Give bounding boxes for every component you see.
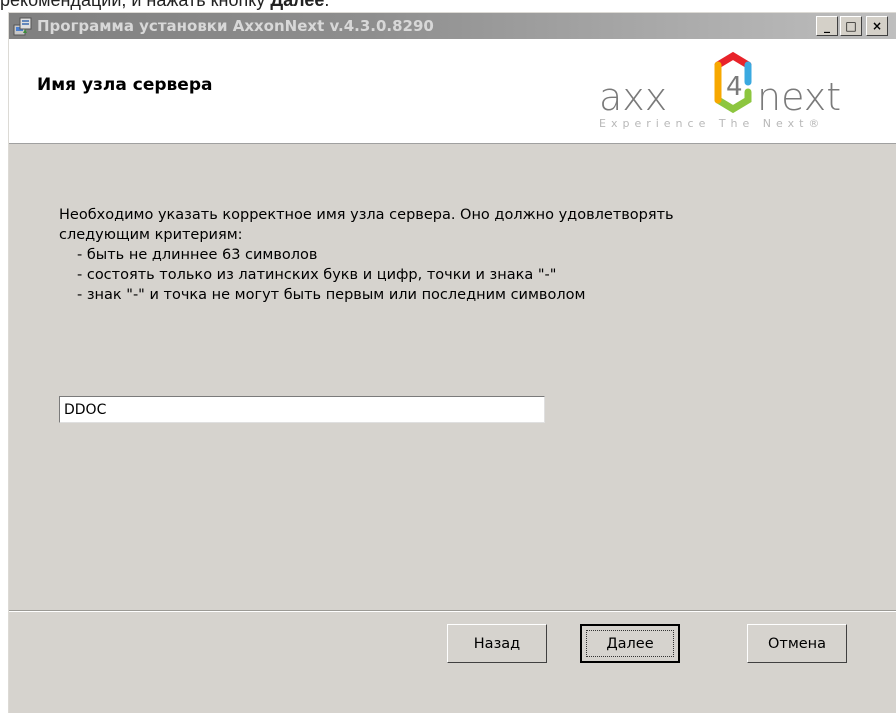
installer-window: Программа установки AxxonNext v.4.3.0.82… <box>8 12 896 713</box>
logo-text-right: next <box>757 75 841 119</box>
installer-icon <box>13 17 32 36</box>
page-title: Имя узла сервера <box>37 75 213 95</box>
next-button[interactable]: Далее <box>580 624 680 663</box>
description-line: следующим критериям: <box>59 227 243 243</box>
description-block: Необходимо указать корректное имя узла с… <box>59 205 859 305</box>
minimize-button[interactable]: _ <box>816 16 838 36</box>
document-text-bold: Далее <box>270 0 325 10</box>
cancel-button[interactable]: Отмена <box>747 624 847 663</box>
back-button[interactable]: Назад <box>447 624 547 663</box>
logo-tagline: Experience The Next® <box>599 117 825 130</box>
document-text-part: рекомендации, и нажать кнопку <box>0 0 271 10</box>
host-name-input[interactable] <box>59 396 545 423</box>
window-title: Программа установки AxxonNext v.4.3.0.82… <box>37 17 434 35</box>
logo-text-left: axx <box>599 75 667 119</box>
maximize-button[interactable]: □ <box>840 16 862 36</box>
description-line: Необходимо указать корректное имя узла с… <box>59 207 674 223</box>
footer-divider <box>9 610 896 612</box>
criteria-item: - состоять только из латинских букв и ци… <box>77 267 557 283</box>
focus-rectangle <box>586 630 674 657</box>
criteria-item: - быть не длиннее 63 символов <box>77 247 318 263</box>
criteria-item: - знак "-" и точка не могут быть первым … <box>77 287 586 303</box>
title-bar[interactable]: Программа установки AxxonNext v.4.3.0.82… <box>9 13 896 39</box>
close-button[interactable]: × <box>866 16 888 36</box>
logo-digit: 4 <box>726 72 743 102</box>
document-text-end: . <box>324 0 330 10</box>
